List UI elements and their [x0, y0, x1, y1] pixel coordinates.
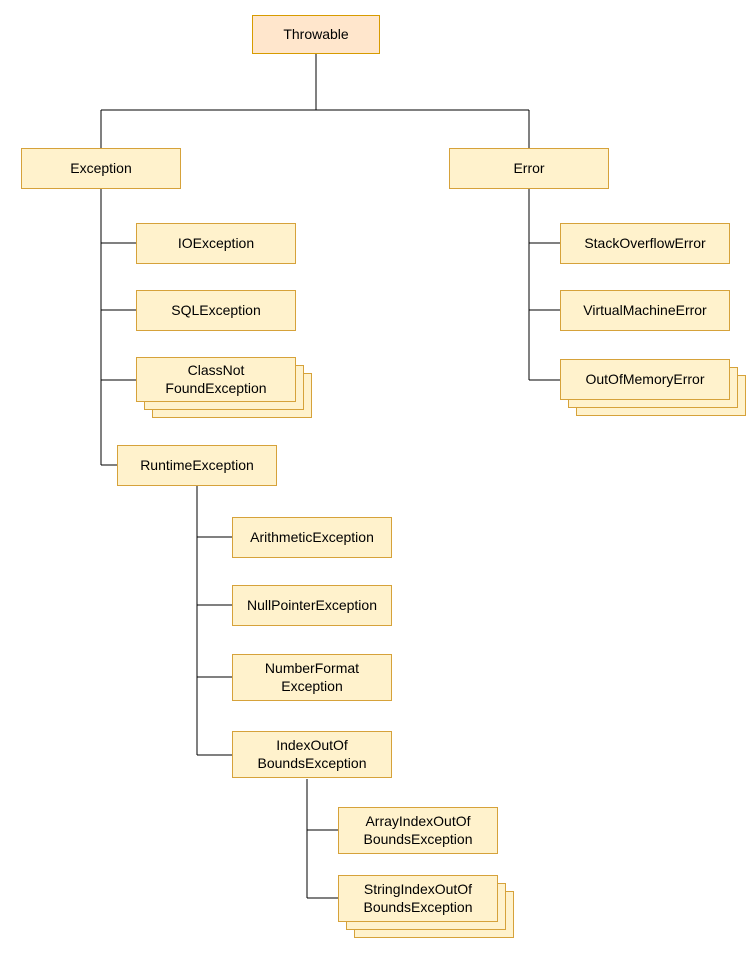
node-label: Exception: [70, 160, 131, 178]
node-ioexception: IOException: [136, 223, 296, 264]
node-stringindexoutofboundsexception-stack: StringIndexOutOf BoundsException: [338, 875, 514, 938]
node-label: ArrayIndexOutOf BoundsException: [364, 813, 473, 848]
node-classnotfoundexception: ClassNot FoundException: [136, 357, 296, 402]
node-label: IOException: [178, 235, 254, 253]
node-label: NumberFormat Exception: [265, 660, 359, 695]
node-label: NullPointerException: [247, 597, 377, 615]
node-runtimeexception: RuntimeException: [117, 445, 277, 486]
node-label: Throwable: [283, 26, 348, 44]
node-label: Error: [513, 160, 544, 178]
node-sqlexception: SQLException: [136, 290, 296, 331]
node-label: RuntimeException: [140, 457, 254, 475]
node-label: SQLException: [171, 302, 261, 320]
node-numberformatexception: NumberFormat Exception: [232, 654, 392, 701]
node-label: StackOverflowError: [584, 235, 705, 253]
node-arithmeticexception: ArithmeticException: [232, 517, 392, 558]
node-error: Error: [449, 148, 609, 189]
node-label: VirtualMachineError: [583, 302, 706, 320]
node-stackoverflowerror: StackOverflowError: [560, 223, 730, 264]
node-label: IndexOutOf BoundsException: [258, 737, 367, 772]
node-outofmemoryerror-stack: OutOfMemoryError: [560, 359, 746, 416]
node-label: OutOfMemoryError: [585, 371, 704, 389]
node-nullpointerexception: NullPointerException: [232, 585, 392, 626]
node-exception: Exception: [21, 148, 181, 189]
node-indexoutofboundsexception: IndexOutOf BoundsException: [232, 731, 392, 778]
node-throwable: Throwable: [252, 15, 380, 54]
node-outofmemoryerror: OutOfMemoryError: [560, 359, 730, 400]
node-stringindexoutofboundsexception: StringIndexOutOf BoundsException: [338, 875, 498, 922]
node-label: StringIndexOutOf BoundsException: [364, 881, 473, 916]
node-classnotfoundexception-stack: ClassNot FoundException: [136, 357, 312, 418]
node-label: ArithmeticException: [250, 529, 374, 547]
diagram-canvas: Throwable Exception Error IOException SQ…: [0, 0, 751, 954]
node-label: ClassNot FoundException: [165, 362, 266, 397]
node-arrayindexoutofboundsexception: ArrayIndexOutOf BoundsException: [338, 807, 498, 854]
node-virtualmachineerror: VirtualMachineError: [560, 290, 730, 331]
